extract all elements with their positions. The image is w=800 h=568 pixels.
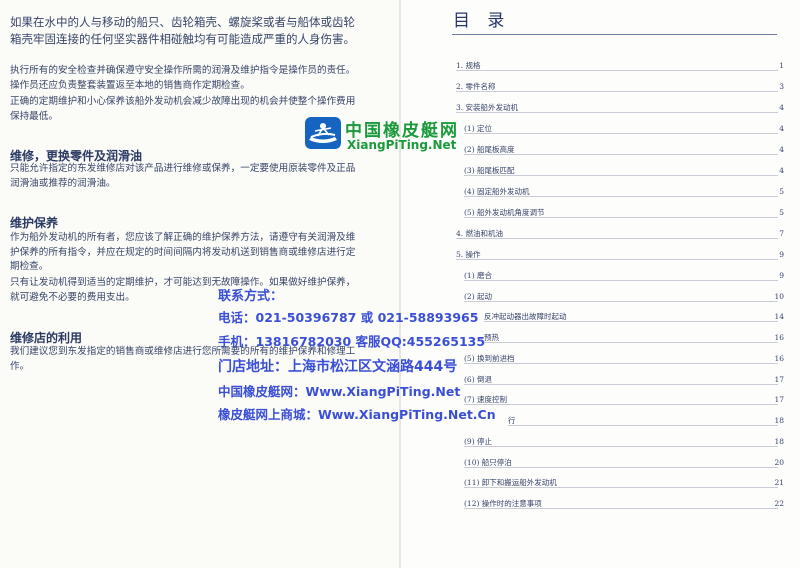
toc-leader-line	[456, 70, 778, 71]
toc-leader-line	[464, 301, 778, 302]
toc-leader-line	[456, 91, 778, 92]
toc-item: (5) 船外发动机角度调节 5	[0, 207, 800, 218]
toc-item: (2) 起动 10	[0, 291, 800, 302]
contact-phone: 电话：021-50396787 或 021-58893965	[218, 310, 479, 325]
toc-item: (10) 船只停泊 20	[0, 457, 800, 468]
toc-leader-line	[484, 342, 778, 343]
toc-item: 2. 零件名称 3	[0, 81, 800, 92]
toc-leader-line	[464, 446, 778, 447]
toc-item-page: 20	[774, 458, 784, 467]
toc-leader-line	[464, 508, 778, 509]
toc-leader-line	[464, 384, 778, 385]
toc-leader-line	[464, 404, 778, 405]
toc-item: 1. 规格 1	[0, 60, 800, 71]
toc-item-page: 18	[774, 437, 784, 446]
contact-mobile: 手机：13816782030 客服QQ:455265135	[218, 334, 486, 349]
contact-website-link[interactable]: 中国橡皮艇网：Www.XiangPiTing.Net	[218, 381, 460, 400]
toc-item-page: 4	[779, 145, 784, 154]
toc-title-rule	[452, 34, 777, 35]
toc-item-page: 14	[774, 312, 784, 321]
toc-item: 4. 燃油和机油 7	[0, 228, 800, 239]
toc-item-page: 22	[774, 499, 784, 508]
toc-item-page: 1	[779, 61, 784, 70]
toc-item-page: 18	[774, 416, 784, 425]
toc-item-page: 17	[774, 375, 784, 384]
toc-leader-line	[456, 259, 778, 260]
toc-item: 3. 安装船外发动机 4	[0, 102, 800, 113]
inflatable-boat-logo-icon	[303, 113, 343, 153]
toc-item-page: 4	[779, 124, 784, 133]
toc-title: 目 录	[453, 11, 511, 31]
toc-item-page: 5	[779, 187, 784, 196]
toc-item: (3) 船尾板匹配 4	[0, 165, 800, 176]
toc-leader-line	[464, 217, 778, 218]
toc-item-page: 9	[779, 250, 784, 259]
toc-leader-line	[464, 280, 778, 281]
toc-item-page: 3	[779, 82, 784, 91]
toc-item-page: 16	[774, 333, 784, 342]
site-logo: 中国橡皮艇网 XiangPiTing.Net	[303, 113, 513, 157]
intro-paragraph-1: 如果在水中的人与移动的船只、齿轮箱壳、螺旋桨或者与船体或齿轮箱壳牢固连接的任何坚…	[10, 15, 355, 46]
toc-item-page: 4	[779, 103, 784, 112]
toc-item-page: 7	[779, 229, 784, 238]
toc-item: (4) 固定船外发动机 5	[0, 186, 800, 197]
toc-leader-line	[464, 175, 778, 176]
toc-item: 5. 操作 9	[0, 249, 800, 260]
toc-leader-line	[464, 467, 778, 468]
contact-mall-link[interactable]: 橡皮艇网上商城：Www.XiangPiTing.Net.Cn	[218, 404, 496, 423]
toc-item-page: 4	[779, 166, 784, 175]
toc-item-page: 17	[774, 395, 784, 404]
toc-leader-line	[484, 321, 778, 322]
contact-address: 门店地址：上海市松江区文涵路444号	[218, 359, 458, 375]
logo-english-name: XiangPiTing.Net	[347, 138, 457, 152]
toc-item-page: 5	[779, 208, 784, 217]
toc-item: (11) 卸下和搬运船外发动机 21	[0, 477, 800, 488]
toc-item: (9) 停止 18	[0, 436, 800, 447]
toc-leader-line	[464, 196, 778, 197]
toc-item-page: 10	[774, 292, 784, 301]
toc-leader-line	[464, 363, 778, 364]
toc-item-page: 9	[779, 271, 784, 280]
toc-leader-line	[508, 425, 778, 426]
contact-title: 联系方式：	[218, 289, 284, 304]
toc-item: (1) 磨合 9	[0, 270, 800, 281]
toc-leader-line	[456, 238, 778, 239]
toc-leader-line	[464, 487, 778, 488]
toc-item: (12) 操作时的注意事项 22	[0, 498, 800, 509]
toc-item-page: 16	[774, 354, 784, 363]
toc-item-page: 21	[774, 478, 784, 487]
